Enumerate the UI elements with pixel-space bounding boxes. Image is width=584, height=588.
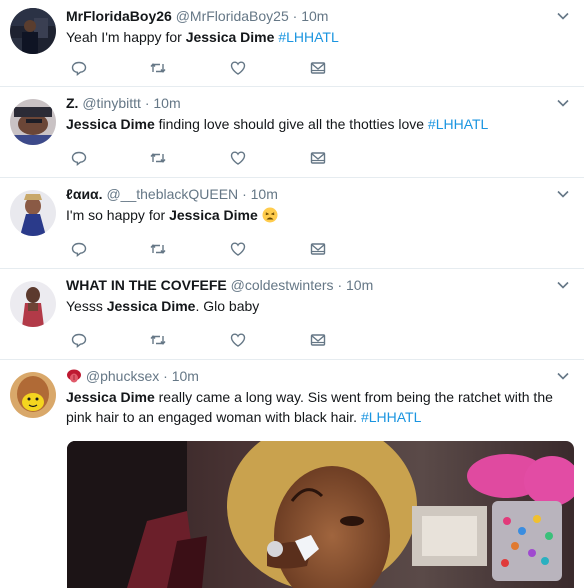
reply-icon[interactable]	[70, 240, 88, 258]
chevron-down-icon[interactable]	[556, 9, 570, 23]
tweet-actions	[70, 59, 330, 77]
envelope-icon[interactable]	[309, 331, 327, 349]
timestamp[interactable]: 10m	[153, 95, 180, 111]
heart-icon[interactable]	[229, 149, 247, 167]
tweet-header: @phucksex · 10m	[66, 367, 199, 385]
retweet-icon[interactable]	[149, 149, 167, 167]
tweet-text: Yeah I'm happy for Jessica Dime #LHHATL	[66, 29, 339, 45]
tweet-actions	[70, 149, 330, 167]
retweet-icon[interactable]	[149, 59, 167, 77]
tired-face-emoji	[262, 207, 278, 223]
envelope-icon[interactable]	[309, 240, 327, 258]
hashtag-link[interactable]: #LHHATL	[361, 409, 421, 425]
user-handle[interactable]: @coldestwinters	[231, 277, 334, 293]
tweet-header: ℓαиα. @__theblackQUEEN · 10m	[66, 185, 278, 203]
timestamp[interactable]: 10m	[346, 277, 373, 293]
timestamp[interactable]: 10m	[301, 8, 328, 24]
hashtag-link[interactable]: #LHHATL	[428, 116, 488, 132]
user-handle[interactable]: @__theblackQUEEN	[106, 186, 238, 202]
tweet-photo[interactable]	[67, 441, 574, 588]
tongue-emoji	[66, 368, 82, 384]
envelope-icon[interactable]	[309, 59, 327, 77]
separator-dot: ·	[144, 95, 150, 111]
tweet[interactable]: ℓαиα. @__theblackQUEEN · 10m I'm so happ…	[0, 178, 584, 269]
tweet-actions	[70, 331, 330, 349]
chevron-down-icon[interactable]	[556, 96, 570, 110]
avatar[interactable]	[10, 190, 56, 236]
chevron-down-icon[interactable]	[556, 369, 570, 383]
hashtag-link[interactable]: #LHHATL	[278, 29, 338, 45]
heart-icon[interactable]	[229, 59, 247, 77]
separator-dot: ·	[337, 277, 343, 293]
user-handle[interactable]: @MrFloridaBoy25	[176, 8, 289, 24]
tweet-header: MrFloridaBoy26 @MrFloridaBoy25 · 10m	[66, 7, 328, 25]
separator-dot: ·	[163, 368, 168, 384]
timestamp[interactable]: 10m	[172, 368, 199, 384]
reply-icon[interactable]	[70, 331, 88, 349]
avatar[interactable]	[10, 372, 56, 418]
tweet-header: Z. @tinybittt · 10m	[66, 94, 181, 112]
display-name[interactable]: ℓαиα.	[66, 186, 103, 202]
tweet-feed: MrFloridaBoy26 @MrFloridaBoy25 · 10m Yea…	[0, 0, 584, 588]
heart-icon[interactable]	[229, 331, 247, 349]
reply-icon[interactable]	[70, 149, 88, 167]
tweet-text: Jessica Dime really came a long way. Sis…	[66, 389, 553, 425]
avatar[interactable]	[10, 281, 56, 327]
chevron-down-icon[interactable]	[556, 187, 570, 201]
envelope-icon[interactable]	[309, 149, 327, 167]
reply-icon[interactable]	[70, 59, 88, 77]
tweet-text: I'm so happy for Jessica Dime	[66, 205, 574, 225]
timestamp[interactable]: 10m	[251, 186, 278, 202]
chevron-down-icon[interactable]	[556, 278, 570, 292]
tweet[interactable]: WHAT IN THE COVFEFE @coldestwinters · 10…	[0, 269, 584, 360]
display-name[interactable]: Z.	[66, 95, 78, 111]
tweet-text: Jessica Dime finding love should give al…	[66, 116, 489, 132]
tweet-header: WHAT IN THE COVFEFE @coldestwinters · 10…	[66, 276, 373, 294]
user-handle[interactable]: @phucksex	[86, 368, 159, 384]
user-handle[interactable]: @tinybittt	[82, 95, 141, 111]
heart-icon[interactable]	[229, 240, 247, 258]
separator-dot: ·	[242, 186, 247, 202]
tweet[interactable]: Z. @tinybittt · 10m Jessica Dime finding…	[0, 87, 584, 178]
display-name[interactable]: MrFloridaBoy26	[66, 8, 172, 24]
tweet[interactable]: MrFloridaBoy26 @MrFloridaBoy25 · 10m Yea…	[0, 0, 584, 87]
retweet-icon[interactable]	[149, 240, 167, 258]
separator-dot: ·	[292, 8, 298, 24]
retweet-icon[interactable]	[149, 331, 167, 349]
display-name[interactable]: WHAT IN THE COVFEFE	[66, 277, 227, 293]
avatar[interactable]	[10, 8, 56, 54]
avatar[interactable]	[10, 99, 56, 145]
tweet-actions	[70, 240, 330, 258]
tweet-text: Yesss Jessica Dime. Glo baby	[66, 298, 260, 314]
